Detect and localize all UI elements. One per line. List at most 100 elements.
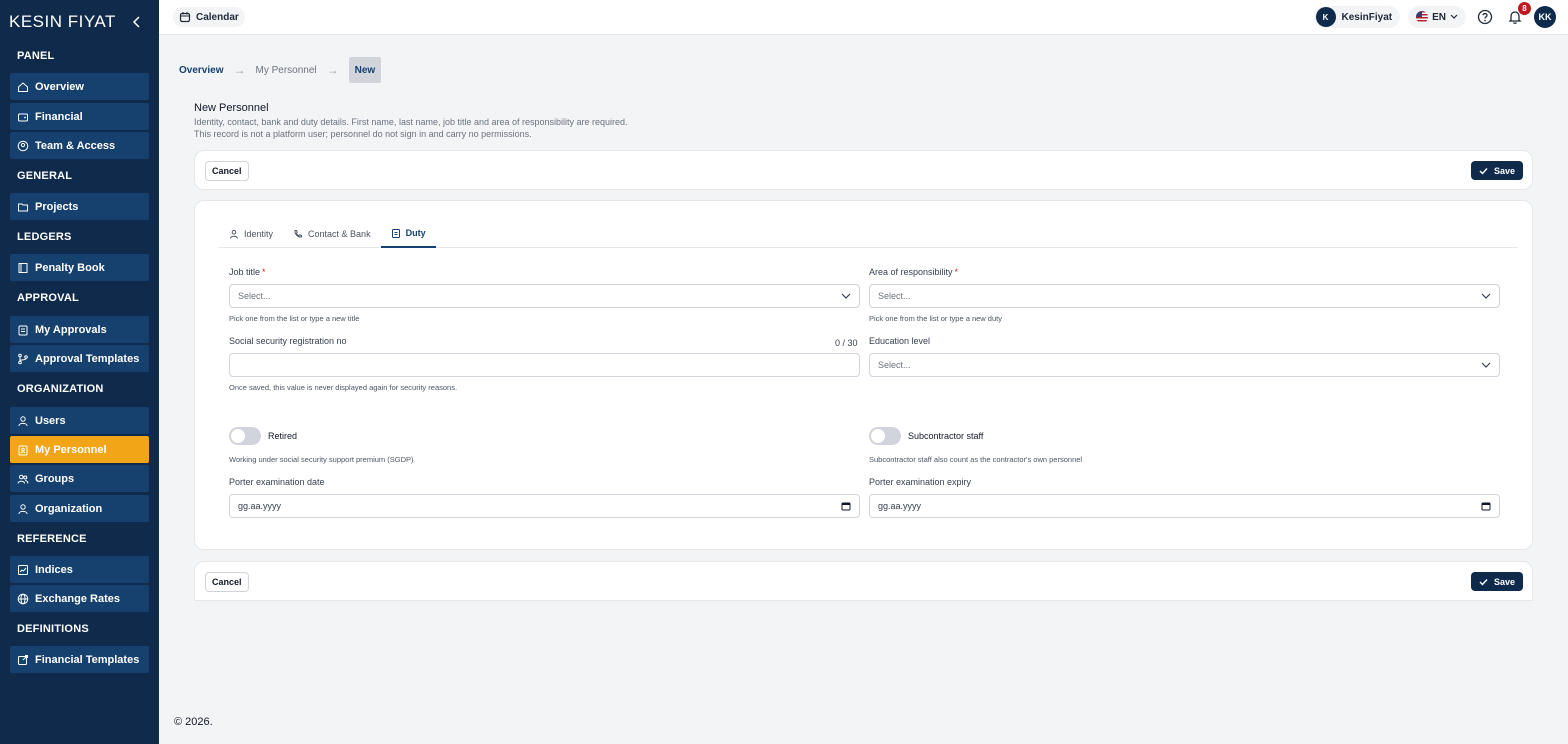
us-flag-icon xyxy=(1416,11,1429,23)
top-action-bar: Cancel Save xyxy=(194,150,1533,190)
tab-identity[interactable]: Identity xyxy=(219,220,283,248)
organization-switcher[interactable]: K KesinFiyat xyxy=(1313,6,1401,28)
sidebar-section-title: APPROVAL xyxy=(17,292,79,304)
sidebar-section-title: LEDGERS xyxy=(17,231,72,243)
sidebar-section-title: DEFINITIONS xyxy=(17,623,89,635)
sidebar-item-projects[interactable]: Projects xyxy=(10,193,149,220)
external-doc-icon xyxy=(17,654,29,666)
sidebar-item-team-access[interactable]: Team & Access xyxy=(10,132,149,159)
ssn-input[interactable] xyxy=(229,353,860,377)
breadcrumb: Overview → My Personnel → New xyxy=(179,57,382,83)
collapse-sidebar-button[interactable] xyxy=(129,14,145,30)
porter-date-label: Porter examination date xyxy=(229,477,325,487)
sidebar-item-organization[interactable]: Organization xyxy=(10,495,149,522)
notification-count-badge: 8 xyxy=(1518,2,1531,15)
users-icon xyxy=(17,473,29,485)
calendar-icon[interactable] xyxy=(1481,501,1491,511)
chevron-down-icon xyxy=(1481,362,1491,368)
porter-expiry-label: Porter examination expiry xyxy=(869,477,972,487)
area-label: Area of responsibility * xyxy=(869,267,958,277)
sidebar-section-panel: PANEL xyxy=(0,45,159,67)
user-icon xyxy=(17,415,29,427)
sidebar-item-label: Projects xyxy=(35,200,79,213)
save-button[interactable]: Save xyxy=(1470,572,1523,591)
wallet-icon xyxy=(17,111,29,123)
job-title-label: Job title * xyxy=(229,267,266,277)
folder-icon xyxy=(17,201,29,213)
subcontractor-hint: Subcontractor staff also count as the co… xyxy=(869,455,1083,464)
breadcrumb-overview[interactable]: Overview xyxy=(179,65,223,76)
calendar-icon[interactable] xyxy=(841,501,851,511)
arrow-right-icon: → xyxy=(326,63,339,77)
required-asterisk: * xyxy=(262,267,266,277)
porter-date-value: gg.aa.yyyy xyxy=(238,501,282,511)
sidebar-item-my-personnel[interactable]: My Personnel xyxy=(10,436,149,463)
book-icon xyxy=(17,262,29,274)
help-button[interactable] xyxy=(1474,6,1496,28)
subcontractor-toggle[interactable] xyxy=(869,427,901,445)
clipboard-icon xyxy=(391,229,400,238)
footer-copyright: © 2026. xyxy=(174,716,213,728)
sidebar-item-users[interactable]: Users xyxy=(10,407,149,434)
language-selector[interactable]: EN xyxy=(1408,6,1466,28)
porter-date-input[interactable]: gg.aa.yyyy xyxy=(229,494,860,518)
org-icon xyxy=(17,503,29,515)
notifications-button[interactable]: 8 xyxy=(1504,2,1531,28)
ssn-label: Social security registration no xyxy=(229,336,347,346)
sidebar-item-label: Exchange Rates xyxy=(35,592,120,605)
job-title-select[interactable]: Select... xyxy=(229,284,860,308)
area-of-responsibility-select[interactable]: Select... xyxy=(869,284,1500,308)
area-placeholder: Select... xyxy=(878,291,911,301)
sidebar-section-ledgers: LEDGERS xyxy=(0,226,159,248)
sidebar-item-financial[interactable]: Financial xyxy=(10,103,149,130)
arrow-right-icon: → xyxy=(233,63,246,77)
area-hint: Pick one from the list or type a new dut… xyxy=(869,314,1002,323)
retired-toggle[interactable] xyxy=(229,427,261,445)
sidebar-item-label: Groups xyxy=(35,472,75,485)
page-description-line: This record is not a platform user; pers… xyxy=(194,129,532,139)
sidebar-item-indices[interactable]: Indices xyxy=(10,556,149,583)
cancel-button[interactable]: Cancel xyxy=(205,161,249,181)
chevron-left-icon xyxy=(132,16,140,28)
porter-expiry-value: gg.aa.yyyy xyxy=(878,501,922,511)
tab-label: Contact & Bank xyxy=(308,229,371,239)
sidebar-item-penalty-book[interactable]: Penalty Book xyxy=(10,254,149,281)
chevron-down-icon xyxy=(1450,14,1458,19)
education-level-select[interactable]: Select... xyxy=(869,353,1500,377)
breadcrumb-new: New xyxy=(348,57,382,83)
education-placeholder: Select... xyxy=(878,360,911,370)
sidebar-item-financial-templates[interactable]: Financial Templates xyxy=(10,646,149,673)
sidebar-item-overview[interactable]: Overview xyxy=(10,73,149,100)
sidebar: KESIN FIYAT PANEL Overview Financial Tea… xyxy=(0,0,159,744)
sidebar-item-groups[interactable]: Groups xyxy=(10,465,149,492)
save-label: Save xyxy=(1493,165,1515,176)
branch-icon xyxy=(17,353,29,365)
sidebar-item-exchange-rates[interactable]: Exchange Rates xyxy=(10,585,149,612)
user-avatar[interactable]: KK xyxy=(1534,6,1556,28)
home-icon xyxy=(17,81,29,93)
page-description-line: Identity, contact, bank and duty details… xyxy=(194,117,628,127)
topbar-actions: K KesinFiyat EN 8 KK xyxy=(1313,2,1556,29)
check-icon xyxy=(1479,167,1488,175)
calendar-icon xyxy=(179,12,191,23)
sidebar-item-approval-templates[interactable]: Approval Templates xyxy=(10,345,149,372)
sidebar-section-general: GENERAL xyxy=(0,165,159,187)
calendar-button[interactable]: Calendar xyxy=(173,7,245,27)
language-code: EN xyxy=(1432,11,1446,23)
form-tabs: Identity Contact & Bank Duty xyxy=(219,220,1518,248)
sidebar-item-label: Approval Templates xyxy=(35,352,140,365)
job-title-label-text: Job title xyxy=(229,267,261,277)
sidebar-item-my-approvals[interactable]: My Approvals xyxy=(10,316,149,343)
page-description: Identity, contact, bank and duty details… xyxy=(194,116,894,140)
required-asterisk: * xyxy=(954,267,959,277)
cancel-button[interactable]: Cancel xyxy=(205,572,249,592)
tab-contact-bank[interactable]: Contact & Bank xyxy=(283,220,381,248)
sidebar-section-definitions: DEFINITIONS xyxy=(0,618,159,640)
breadcrumb-my-personnel[interactable]: My Personnel xyxy=(255,65,316,76)
porter-expiry-input[interactable]: gg.aa.yyyy xyxy=(869,494,1500,518)
tab-duty[interactable]: Duty xyxy=(380,220,436,248)
sidebar-item-label: Organization xyxy=(35,502,103,515)
sidebar-item-label: My Approvals xyxy=(35,323,107,336)
sidebar-header: KESIN FIYAT xyxy=(0,0,159,44)
save-button[interactable]: Save xyxy=(1470,161,1523,180)
